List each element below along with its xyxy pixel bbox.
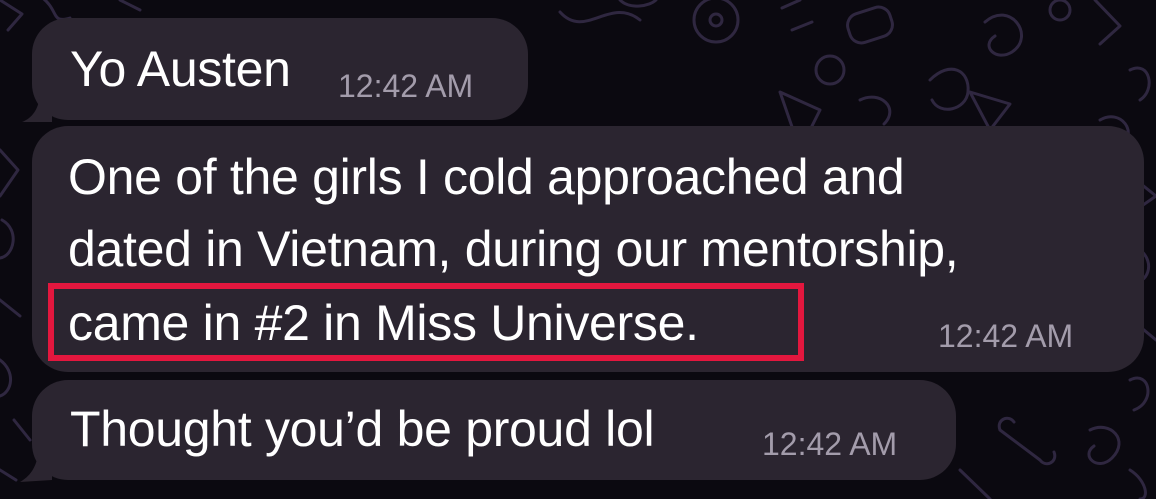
bubble-tail (22, 96, 52, 122)
bubble-tail (20, 454, 52, 482)
message-list: Yo Austen 12:42 AM One of the girls I co… (0, 0, 1156, 499)
message-timestamp: 12:42 AM (338, 68, 474, 104)
message-timestamp: 12:42 AM (762, 426, 898, 462)
message-text: Yo Austen (70, 41, 291, 97)
message-text: One of the girls I cold approached and (68, 149, 905, 205)
message-text: dated in Vietnam, during our mentorship, (68, 221, 959, 277)
message-text: Thought you’d be proud lol (70, 401, 655, 457)
highlight-box (48, 283, 804, 361)
message-timestamp: 12:42 AM (938, 318, 1074, 354)
